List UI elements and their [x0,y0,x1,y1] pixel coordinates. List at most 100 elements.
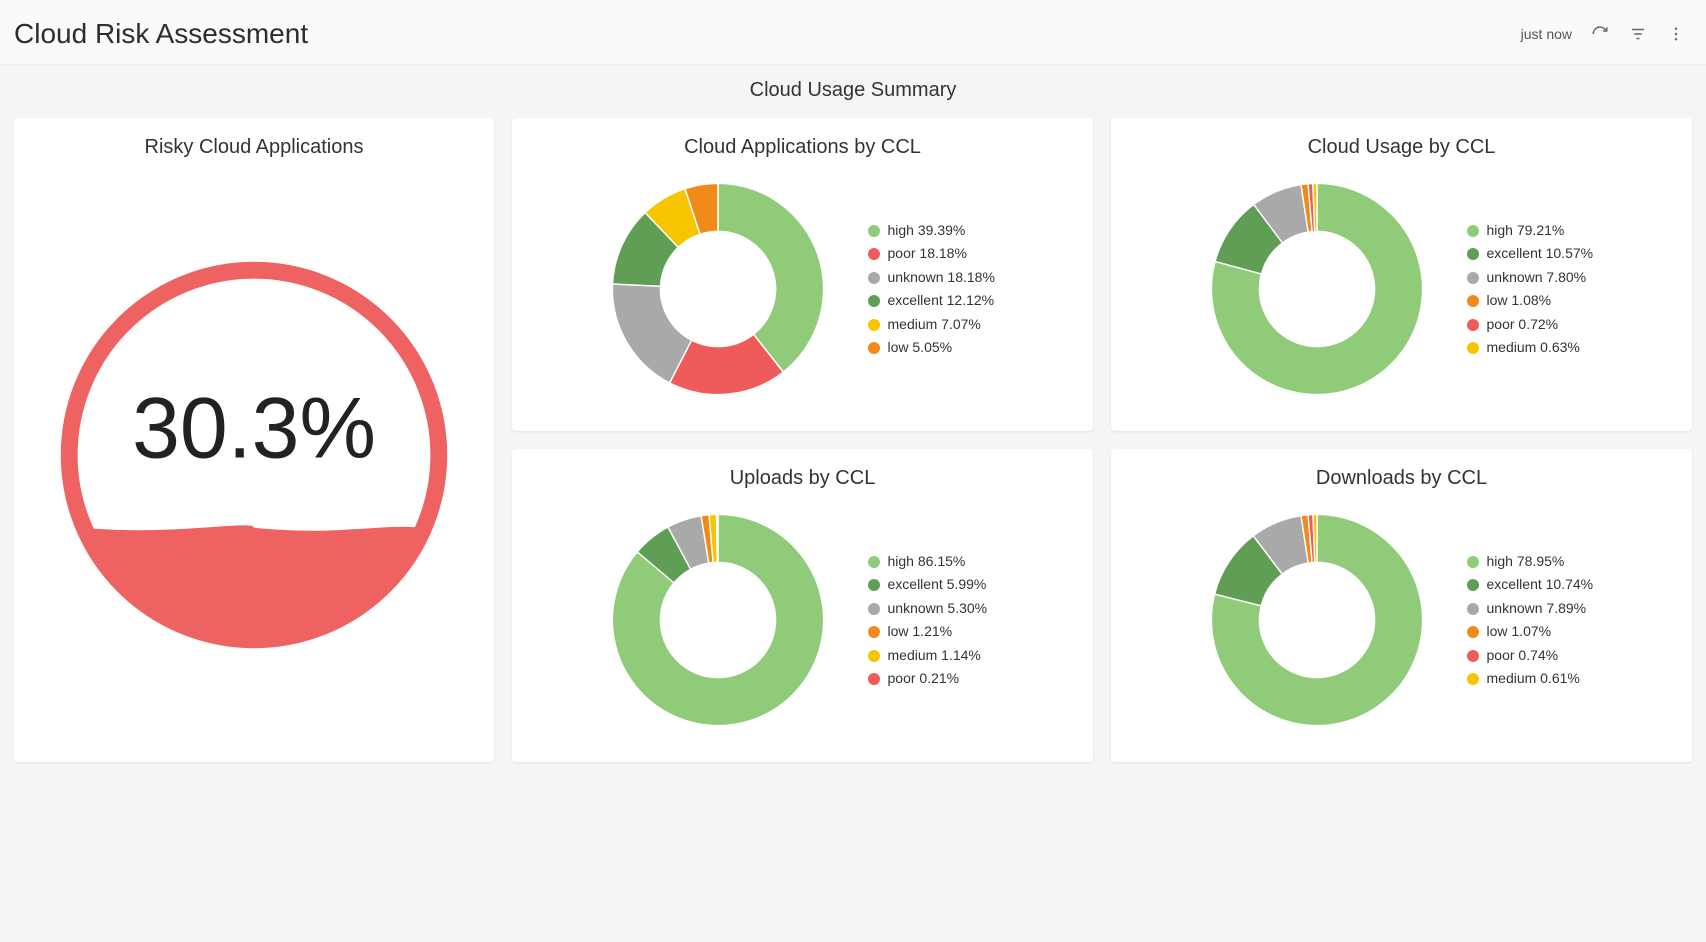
legend-swatch [1467,556,1479,568]
legend-swatch [868,673,880,685]
legend-swatch [868,626,880,638]
legend-item-poor[interactable]: poor 0.72% [1467,316,1607,334]
header: Cloud Risk Assessment just now [0,0,1706,65]
legend-label: high 39.39% [888,222,966,240]
legend-item-poor[interactable]: poor 0.21% [868,670,1008,688]
card-risky-apps: Risky Cloud Applications 30.3% [14,118,494,762]
legend-item-medium[interactable]: medium 1.14% [868,647,1008,665]
legend-swatch [1467,295,1479,307]
legend-swatch [1467,342,1479,354]
legend-item-excellent[interactable]: excellent 12.12% [868,292,1008,310]
card-title-downloads-ccl: Downloads by CCL [1131,467,1672,490]
legend-item-low[interactable]: low 1.08% [1467,292,1607,310]
legend-label: high 78.95% [1487,553,1565,571]
legend-swatch [1467,319,1479,331]
legend-swatch [868,603,880,615]
legend-swatch [868,272,880,284]
card-title-usage-ccl: Cloud Usage by CCL [1131,136,1672,159]
donut-uploads[interactable] [598,500,838,740]
legend-label: medium 0.61% [1487,670,1580,688]
legend-swatch [1467,626,1479,638]
legend-item-medium[interactable]: medium 7.07% [868,316,1008,334]
legend-label: poor 0.74% [1487,647,1559,665]
legend-item-excellent[interactable]: excellent 10.74% [1467,576,1607,594]
header-actions: just now [1521,24,1686,44]
legend-swatch [1467,673,1479,685]
donut-slice-poor[interactable] [716,514,717,562]
card-title-apps-ccl: Cloud Applications by CCL [532,136,1073,159]
legend-swatch [1467,248,1479,260]
legend-usage: high 79.21% excellent 10.57% unknown 7.80%… [1467,222,1607,357]
more-icon[interactable] [1666,24,1686,44]
dashboard-grid: Risky Cloud Applications 30.3% Cloud App… [0,118,1706,776]
legend-label: excellent 5.99% [888,576,987,594]
legend-item-high[interactable]: high 39.39% [868,222,1008,240]
legend-label: poor 0.72% [1487,316,1559,334]
legend-swatch [1467,650,1479,662]
legend-item-poor[interactable]: poor 0.74% [1467,647,1607,665]
legend-item-high[interactable]: high 86.15% [868,553,1008,571]
gauge-value: 30.3% [132,380,376,479]
legend-swatch [868,650,880,662]
legend-label: unknown 7.80% [1487,269,1587,287]
card-title-risky-apps: Risky Cloud Applications [34,136,474,159]
legend-label: low 1.07% [1487,623,1552,641]
legend-swatch [868,319,880,331]
legend-swatch [868,248,880,260]
legend-item-unknown[interactable]: unknown 7.89% [1467,600,1607,618]
legend-item-low[interactable]: low 1.07% [1467,623,1607,641]
gauge-chart[interactable]: 30.3% [44,245,464,665]
legend-item-medium[interactable]: medium 0.61% [1467,670,1607,688]
legend-item-high[interactable]: high 79.21% [1467,222,1607,240]
legend-label: high 86.15% [888,553,966,571]
card-uploads-ccl: Uploads by CCL high 86.15% excellent 5.99… [512,449,1093,762]
legend-label: excellent 10.57% [1487,245,1594,263]
legend-label: medium 0.63% [1487,339,1580,357]
legend-label: low 5.05% [888,339,953,357]
legend-item-unknown[interactable]: unknown 5.30% [868,600,1008,618]
donut-apps[interactable] [598,169,838,409]
legend-downloads: high 78.95% excellent 10.74% unknown 7.89%… [1467,553,1607,688]
card-usage-ccl: Cloud Usage by CCL high 79.21% excellent … [1111,118,1692,431]
legend-label: low 1.21% [888,623,953,641]
card-title-uploads-ccl: Uploads by CCL [532,467,1073,490]
legend-item-poor[interactable]: poor 18.18% [868,245,1008,263]
card-downloads-ccl: Downloads by CCL high 78.95% excellent 10… [1111,449,1692,762]
legend-item-excellent[interactable]: excellent 5.99% [868,576,1008,594]
legend-item-unknown[interactable]: unknown 18.18% [868,269,1008,287]
legend-apps: high 39.39% poor 18.18% unknown 18.18% exce… [868,222,1008,357]
donut-usage[interactable] [1197,169,1437,409]
legend-label: unknown 5.30% [888,600,988,618]
legend-label: excellent 10.74% [1487,576,1594,594]
card-apps-ccl: Cloud Applications by CCL high 39.39% poo… [512,118,1093,431]
gauge-fill [84,525,424,639]
legend-label: excellent 12.12% [888,292,995,310]
legend-uploads: high 86.15% excellent 5.99% unknown 5.30% l… [868,553,1008,688]
legend-swatch [868,342,880,354]
legend-item-low[interactable]: low 5.05% [868,339,1008,357]
legend-label: medium 7.07% [888,316,981,334]
legend-swatch [868,295,880,307]
legend-label: low 1.08% [1487,292,1552,310]
legend-item-medium[interactable]: medium 0.63% [1467,339,1607,357]
legend-label: medium 1.14% [888,647,981,665]
legend-swatch [868,225,880,237]
legend-item-excellent[interactable]: excellent 10.57% [1467,245,1607,263]
last-refresh-label: just now [1521,26,1572,42]
legend-label: poor 0.21% [888,670,960,688]
filter-icon[interactable] [1628,24,1648,44]
legend-item-low[interactable]: low 1.21% [868,623,1008,641]
legend-label: unknown 7.89% [1487,600,1587,618]
legend-item-high[interactable]: high 78.95% [1467,553,1607,571]
refresh-icon[interactable] [1590,24,1610,44]
legend-swatch [868,579,880,591]
legend-swatch [868,556,880,568]
legend-label: poor 18.18% [888,245,967,263]
legend-item-unknown[interactable]: unknown 7.80% [1467,269,1607,287]
legend-swatch [1467,603,1479,615]
legend-label: unknown 18.18% [888,269,995,287]
donut-downloads[interactable] [1197,500,1437,740]
page-title: Cloud Risk Assessment [14,18,308,50]
legend-label: high 79.21% [1487,222,1565,240]
legend-swatch [1467,225,1479,237]
